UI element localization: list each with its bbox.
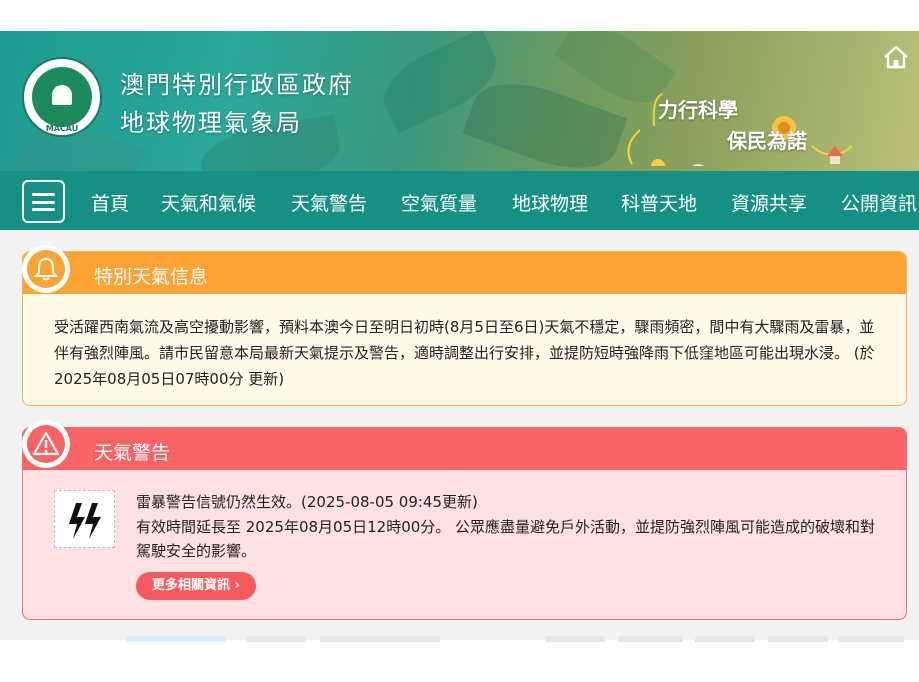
weather-warning-title: 天氣警告 bbox=[94, 442, 171, 464]
warning-status-text: 雷暴警告信號仍然生效。(2025-08-05 09:45更新) bbox=[136, 493, 478, 511]
alert-icon bbox=[22, 420, 70, 468]
tab-strip-item[interactable] bbox=[126, 636, 226, 642]
weather-warning-header: 天氣警告 bbox=[23, 428, 906, 470]
thunderstorm-icon[interactable] bbox=[54, 490, 115, 548]
slogan-line2: 保民為諾 bbox=[727, 129, 807, 153]
alert-icon-glyph bbox=[32, 431, 60, 456]
nav-item-geophysics[interactable]: 地球物理 bbox=[512, 189, 588, 216]
page-footer-area bbox=[0, 640, 919, 682]
bell-icon bbox=[22, 245, 70, 293]
hamburger-icon-bar bbox=[32, 200, 55, 204]
lotus-icon bbox=[52, 85, 72, 105]
bell-icon-circle bbox=[27, 250, 65, 288]
thunderstorm-icon-glyph bbox=[69, 503, 101, 539]
nav-item-weather-warnings[interactable]: 天氣警告 bbox=[291, 189, 367, 216]
tab-strip-item[interactable] bbox=[545, 636, 605, 642]
tab-strip-item[interactable] bbox=[618, 636, 683, 642]
slogan-line1: 力行科學 bbox=[658, 98, 738, 122]
weather-warning-card: 天氣警告 雷暴警告信號仍然生效。(2025-08-05 09:45更新) 有效時… bbox=[22, 427, 907, 620]
header-banner: MACAU 澳門特別行政區政府 地球物理氣象局 力行科學 保民為諾 bbox=[0, 31, 919, 171]
org-name-line2[interactable]: 地球物理氣象局 bbox=[120, 103, 302, 138]
hamburger-icon bbox=[32, 193, 55, 196]
macau-emblem-logo[interactable]: MACAU bbox=[22, 57, 102, 137]
tab-strip-item[interactable] bbox=[768, 636, 828, 642]
special-weather-info-header: 特別天氣信息 bbox=[23, 252, 906, 294]
hamburger-menu-button[interactable] bbox=[22, 180, 65, 223]
tab-strip-item[interactable] bbox=[695, 636, 755, 642]
nav-item-weather-climate[interactable]: 天氣和氣候 bbox=[161, 189, 256, 216]
emblem-center bbox=[32, 67, 92, 127]
more-info-button[interactable]: 更多相關資訊 › bbox=[136, 572, 256, 600]
nav-item-science[interactable]: 科普天地 bbox=[621, 189, 697, 216]
chevron-right-icon: › bbox=[234, 578, 240, 593]
tab-strip-item[interactable] bbox=[320, 636, 440, 642]
emblem-text: MACAU bbox=[45, 124, 79, 133]
tab-strip-item[interactable] bbox=[838, 636, 904, 642]
nav-item-resources[interactable]: 資源共享 bbox=[731, 189, 807, 216]
home-icon[interactable] bbox=[883, 45, 909, 69]
alert-icon-circle bbox=[27, 425, 65, 463]
nav-item-air-quality[interactable]: 空氣質量 bbox=[401, 189, 477, 216]
more-info-label: 更多相關資訊 bbox=[152, 578, 231, 593]
hamburger-icon-bar bbox=[32, 208, 55, 211]
special-weather-info-text: 受活躍西南氣流及高空擾動影響，預料本澳今日至明日初時(8月5日至6日)天氣不穩定… bbox=[54, 318, 875, 388]
tab-strip-item[interactable] bbox=[246, 636, 306, 642]
special-weather-info-card: 特別天氣信息 受活躍西南氣流及高空擾動影響，預料本澳今日至明日初時(8月5日至6… bbox=[22, 251, 907, 406]
warning-detail-text: 有效時間延長至 2025年08月05日12時00分。 公眾應盡量避免戶外活動，並… bbox=[136, 518, 876, 560]
org-name-line1[interactable]: 澳門特別行政區政府 bbox=[120, 65, 354, 100]
special-weather-info-title: 特別天氣信息 bbox=[94, 266, 209, 288]
main-navigation: 首頁 天氣和氣候 天氣警告 空氣質量 地球物理 科普天地 資源共享 公開資訊 bbox=[0, 171, 919, 230]
bell-icon-glyph bbox=[33, 257, 59, 281]
nav-item-public-info[interactable]: 公開資訊 bbox=[841, 189, 917, 216]
nav-item-home[interactable]: 首頁 bbox=[91, 189, 129, 216]
